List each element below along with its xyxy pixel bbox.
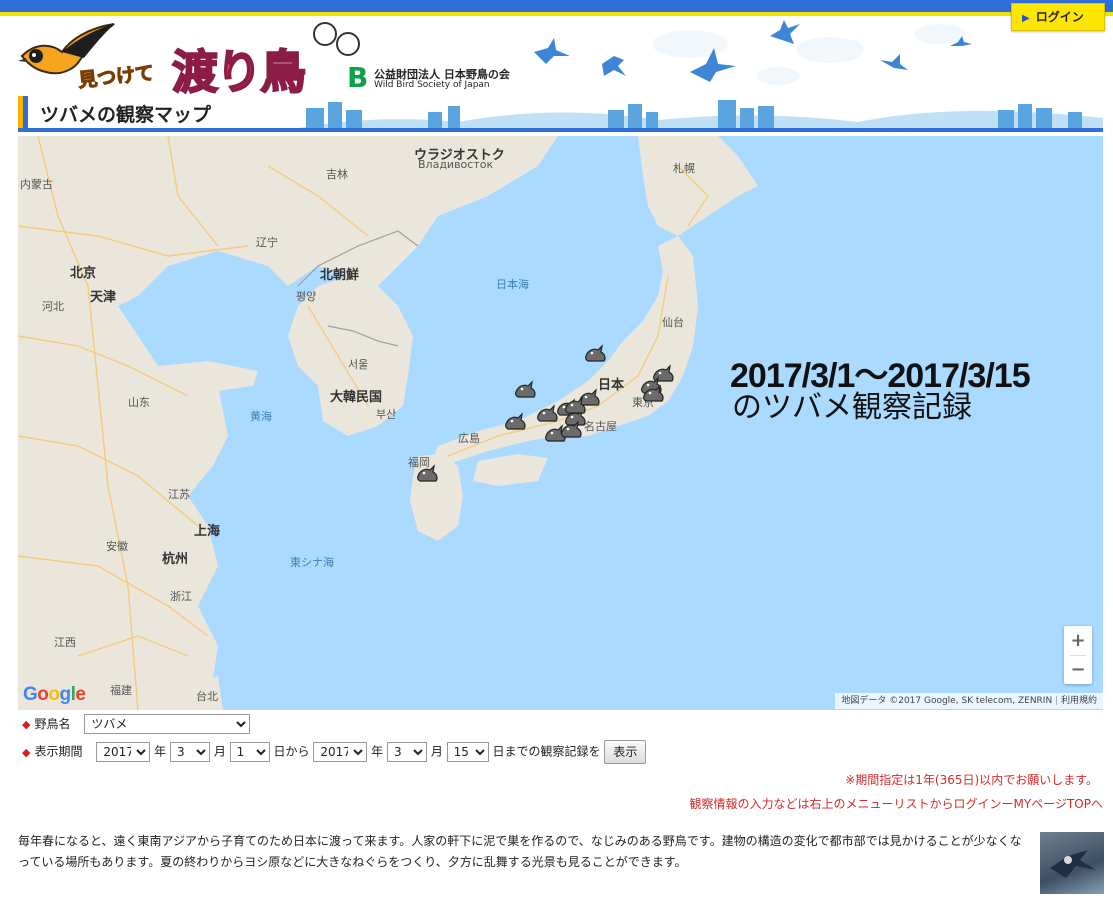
page-title: ツバメの観察マップ bbox=[40, 104, 212, 126]
overlay-caption: のツバメ観察記録 bbox=[732, 390, 972, 425]
from-year-select[interactable]: 2017 bbox=[96, 741, 151, 762]
swallow-marker-icon bbox=[585, 344, 606, 362]
day-from-unit: 日から bbox=[273, 744, 310, 759]
map-label-jiangxi: 江西 bbox=[54, 636, 76, 649]
swallow-marker-icon bbox=[417, 464, 438, 482]
org-name-en: Wild Bird Society of Japan bbox=[374, 80, 490, 90]
observation-marker[interactable] bbox=[514, 380, 538, 400]
terms-link[interactable]: 利用規約 bbox=[1061, 696, 1097, 706]
map-label-hebei: 河北 bbox=[42, 300, 64, 313]
map-label-jiangsu: 江苏 bbox=[168, 488, 190, 501]
observation-marker[interactable] bbox=[416, 464, 440, 484]
map-label-hiroshima: 広島 bbox=[458, 432, 480, 445]
map-label-north-korea: 北朝鮮 bbox=[320, 268, 360, 283]
observation-marker[interactable] bbox=[584, 344, 608, 364]
map-label-fujian: 福建 bbox=[110, 684, 132, 697]
records-text: 観察記録を bbox=[540, 744, 601, 759]
show-button[interactable]: 表示 bbox=[604, 740, 647, 764]
map-label-sapporo: 札幌 bbox=[673, 162, 695, 175]
observation-marker[interactable] bbox=[564, 396, 588, 416]
bird-row: ◆ 野鳥名 ツバメ bbox=[22, 714, 251, 736]
bird-label: 野鳥名 bbox=[34, 717, 71, 731]
observation-marker[interactable] bbox=[560, 420, 584, 440]
year-unit: 年 bbox=[371, 744, 384, 759]
map-label-shandong: 山东 bbox=[128, 396, 150, 409]
binoculars-icon bbox=[313, 22, 360, 56]
map-label-sendai: 仙台 bbox=[662, 316, 684, 329]
map-title-bar: ツバメの観察マップ bbox=[18, 96, 1103, 132]
year-unit: 年 bbox=[154, 744, 167, 759]
wbsj-logo-mark: B bbox=[347, 61, 369, 94]
species-description: 毎年春になると、遠く東南アジアから子育てのため日本に渡って来ます。人家の軒下に泥… bbox=[18, 834, 1022, 869]
sky-illustration bbox=[534, 20, 972, 85]
observation-map[interactable]: ウラジオストク Владивосток 札幌 吉林 内蒙古 辽宁 北朝鮮 北京 … bbox=[18, 136, 1103, 710]
day-to-unit: 日までの bbox=[492, 744, 541, 759]
map-label-vladivostok-ru: Владивосток bbox=[418, 158, 494, 171]
map-label-yellow-sea: 黄海 bbox=[250, 410, 272, 423]
swallow-marker-icon bbox=[565, 396, 586, 414]
swallow-marker-icon bbox=[505, 412, 526, 430]
map-label-jilin: 吉林 bbox=[326, 168, 348, 181]
to-year-select[interactable]: 2017 bbox=[313, 741, 368, 762]
map-label-pyongyang: 평양 bbox=[296, 290, 317, 303]
map-label-seoul: 서울 bbox=[348, 358, 369, 371]
map-label-tianjin: 天津 bbox=[90, 290, 117, 305]
map-label-busan: 부산 bbox=[376, 408, 397, 421]
swallow-photo bbox=[1040, 832, 1104, 894]
zoom-control: + − bbox=[1064, 626, 1092, 684]
month-unit: 月 bbox=[213, 744, 226, 759]
from-month-select[interactable]: 3 bbox=[169, 741, 210, 762]
swallow-photo-icon bbox=[1050, 850, 1096, 878]
map-label-east-china-sea: 東シナ海 bbox=[290, 556, 334, 569]
map-label-shanghai: 上海 bbox=[194, 524, 221, 539]
bird-select[interactable]: ツバメ bbox=[84, 714, 251, 734]
map-label-anhui: 安徽 bbox=[106, 540, 128, 553]
observation-marker[interactable] bbox=[642, 384, 666, 404]
town-skyline-illustration bbox=[298, 100, 1103, 128]
map-label-hangzhou: 杭州 bbox=[162, 552, 189, 567]
map-label-inner-mongolia: 内蒙古 bbox=[20, 178, 53, 191]
swallow-marker-icon bbox=[561, 420, 582, 438]
period-limit-note: ※期間指定は1年(365日)以内でお願いします。 bbox=[845, 773, 1098, 787]
map-label-sea-of-japan: 日本海 bbox=[496, 278, 529, 291]
observation-marker[interactable] bbox=[504, 412, 528, 432]
site-header: 見つけて 渡り鳥 B 公益財団法人 日本野鳥の会 Wild Bird Socie… bbox=[0, 16, 1113, 100]
map-label-south-korea: 大韓民国 bbox=[330, 390, 383, 405]
swallow-marker-icon bbox=[643, 384, 664, 402]
map-label-beijing: 北京 bbox=[70, 266, 97, 281]
map-label-nagoya: 名古屋 bbox=[584, 420, 617, 433]
map-attribution: 地図データ ©2017 Google, SK telecom, ZENRIN |… bbox=[835, 693, 1103, 709]
map-label-taipei: 台北 bbox=[196, 690, 218, 703]
swallow-marker-icon bbox=[515, 380, 536, 398]
from-day-select[interactable]: 1 bbox=[229, 741, 270, 762]
period-label: 表示期間 bbox=[34, 744, 83, 759]
top-bar bbox=[0, 0, 1113, 16]
diamond-icon: ◆ bbox=[22, 718, 31, 731]
logo-title: 渡り鳥 bbox=[171, 44, 307, 100]
month-unit: 月 bbox=[430, 744, 443, 759]
map-label-zhejiang: 浙江 bbox=[170, 590, 192, 603]
login-hint-link[interactable]: 観察情報の入力などは右上のメニューリストからログインーMYページTOPへ bbox=[0, 795, 1103, 812]
attribution-text: 地図データ ©2017 Google, SK telecom, ZENRIN bbox=[841, 696, 1053, 706]
google-logo: Google bbox=[23, 684, 86, 705]
to-day-select[interactable]: 15 bbox=[446, 741, 489, 762]
period-row: ◆ 表示期間 2017 年 3 月 1 日から 2017 年 3 月 15 日まで… bbox=[22, 740, 647, 764]
map-label-liaoning: 辽宁 bbox=[256, 236, 278, 249]
zoom-in-button[interactable]: + bbox=[1064, 626, 1092, 655]
diamond-icon: ◆ bbox=[22, 745, 31, 759]
zoom-out-button[interactable]: − bbox=[1064, 655, 1092, 684]
to-month-select[interactable]: 3 bbox=[387, 741, 427, 762]
